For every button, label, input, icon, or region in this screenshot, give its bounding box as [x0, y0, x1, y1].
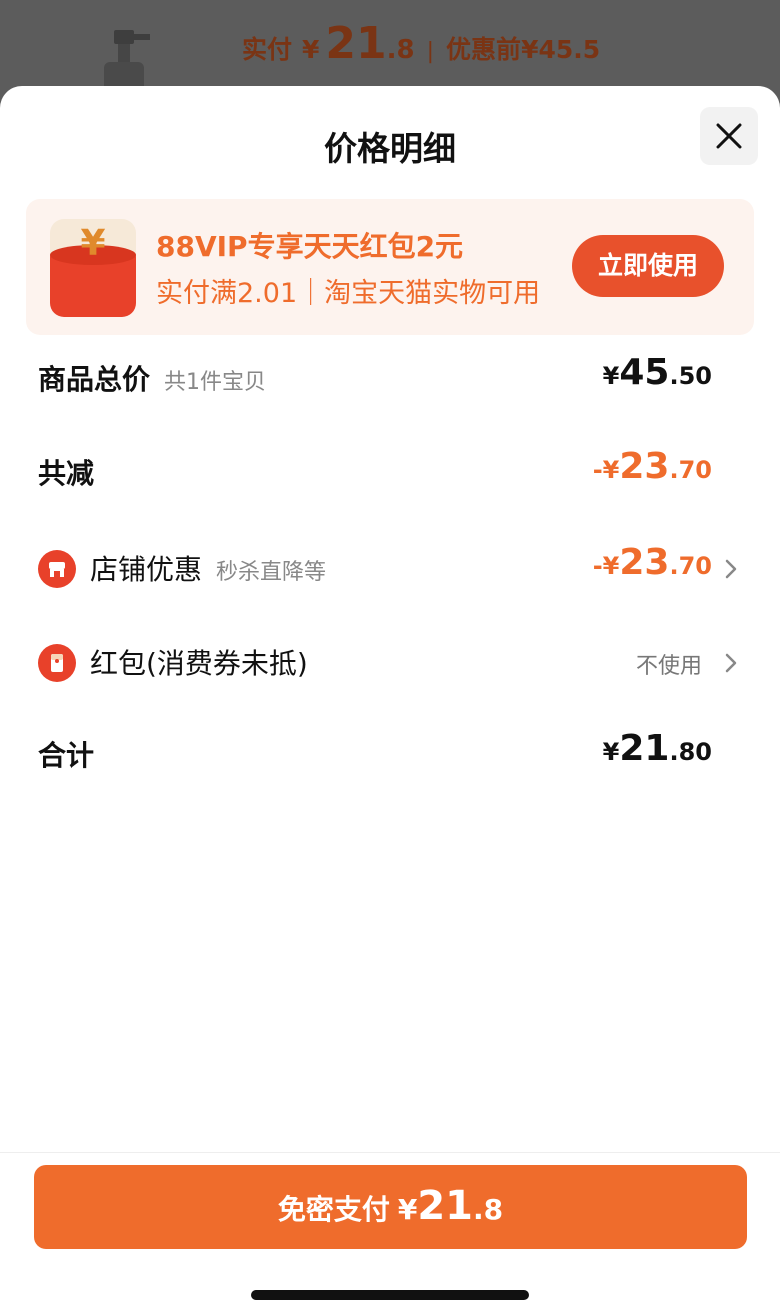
store-discount-title: 店铺优惠	[90, 553, 203, 586]
currency-symbol: -¥	[592, 456, 620, 484]
currency-symbol: ¥	[302, 35, 320, 64]
redpacket-row[interactable]: 红包(消费券未抵) 不使用	[38, 632, 738, 692]
paid-label: 实付	[242, 35, 293, 64]
paid-price-dec: .8	[386, 35, 415, 65]
promo-title: 88VIP专享天天红包2元	[156, 230, 464, 263]
amount-dec: .70	[669, 456, 712, 484]
use-now-button[interactable]: 立即使用	[572, 235, 724, 297]
store-discount-label: 店铺优惠 秒杀直降等	[90, 548, 326, 588]
amount-int: 21	[619, 728, 670, 769]
total-reduction-row: 共减 -¥ 23.70	[38, 442, 738, 502]
chevron-right-icon	[725, 559, 737, 579]
currency-symbol: ¥	[602, 362, 620, 390]
paid-price-int: 21	[325, 18, 387, 69]
currency-symbol: -¥	[592, 552, 620, 580]
store-discount-hint: 秒杀直降等	[216, 560, 327, 585]
store-discount-amount: -¥ 23.70	[593, 542, 712, 583]
bottom-divider	[0, 1152, 780, 1153]
total-reduction-label: 共减	[38, 457, 95, 490]
goods-total-label: 商品总价 共1件宝贝	[38, 358, 266, 398]
redpacket-label: 红包(消费券未抵)	[90, 647, 308, 680]
amount-int: 23	[619, 446, 670, 487]
separator: |	[426, 39, 435, 64]
original-price: ¥45.5	[521, 35, 601, 64]
pay-button-label: 免密支付	[277, 1193, 390, 1226]
yen-icon: ¥	[80, 223, 106, 264]
background-price-summary: 实付 ¥ 21 .8 | 优惠前 ¥45.5	[242, 18, 600, 74]
store-icon	[38, 550, 76, 588]
redpacket-status: 不使用	[635, 654, 702, 679]
currency-symbol: ¥	[602, 738, 620, 766]
goods-total-row: 商品总价 共1件宝贝 ¥45.50	[38, 348, 738, 408]
sum-amount: ¥21.80	[603, 728, 712, 769]
pay-amount-dec: .8	[473, 1193, 504, 1226]
goods-total-amount: ¥45.50	[603, 352, 712, 393]
goods-total-title: 商品总价	[38, 363, 151, 396]
amount-dec: .70	[669, 552, 712, 580]
redpacket-icon	[38, 644, 76, 682]
close-button[interactable]	[700, 107, 758, 165]
chevron-right-icon	[725, 653, 737, 673]
store-discount-row[interactable]: 店铺优惠 秒杀直降等 -¥ 23.70	[38, 538, 738, 598]
item-count-hint: 共1件宝贝	[164, 370, 267, 395]
pay-amount-int: 21	[417, 1183, 474, 1229]
amount-int: 45	[619, 352, 670, 393]
sheet-title: 价格明细	[324, 129, 456, 168]
amount-int: 23	[619, 542, 670, 583]
close-icon	[716, 123, 742, 149]
price-detail-sheet: 价格明细 ¥ 88VIP专享天天红包2元 实付满2.01｜淘宝天猫实物可用 立即…	[0, 86, 780, 1316]
sum-row: 合计 ¥21.80	[38, 724, 738, 784]
home-indicator	[251, 1290, 529, 1300]
promo-subtitle: 实付满2.01｜淘宝天猫实物可用	[156, 278, 541, 309]
red-envelope-icon: ¥	[50, 219, 136, 317]
total-reduction-amount: -¥ 23.70	[593, 446, 712, 487]
password-free-pay-button[interactable]: 免密支付 ¥21.8	[34, 1165, 747, 1249]
currency-symbol: ¥	[397, 1193, 418, 1226]
vip-redpacket-banner: ¥ 88VIP专享天天红包2元 实付满2.01｜淘宝天猫实物可用 立即使用	[26, 199, 754, 335]
amount-dec: .80	[669, 738, 712, 766]
amount-dec: .50	[669, 362, 712, 390]
original-label: 优惠前	[446, 35, 522, 64]
sum-label: 合计	[38, 739, 95, 772]
